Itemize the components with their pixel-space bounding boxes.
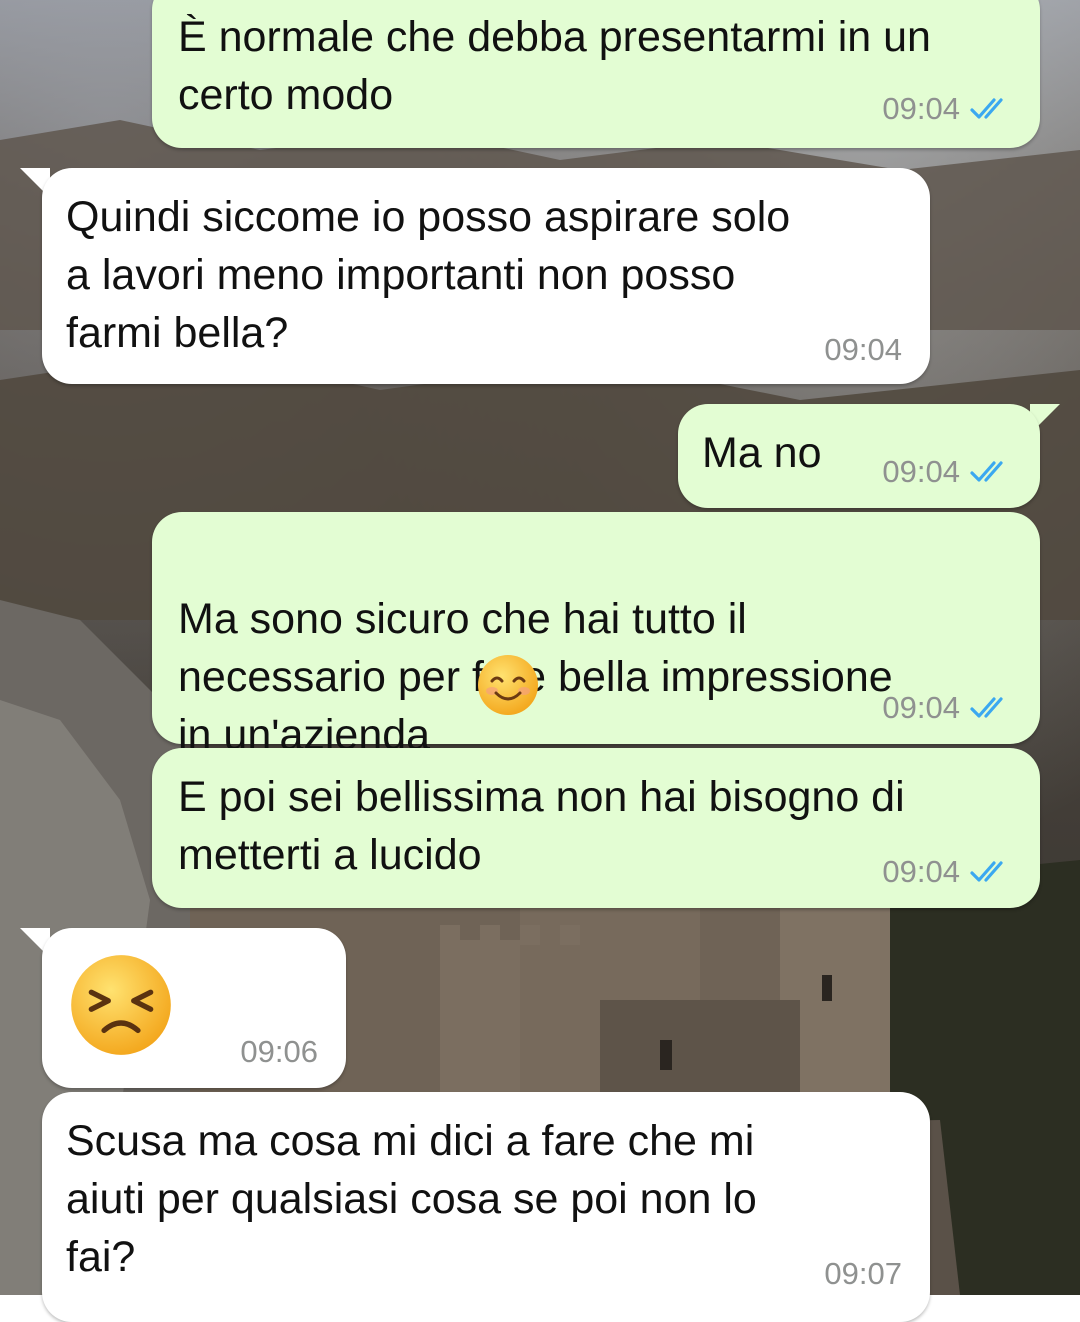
read-receipt-icon	[970, 697, 1003, 718]
message-bubble-outgoing[interactable]: Ma sono sicuro che hai tutto il necessar…	[152, 512, 1040, 759]
message-meta: 09:04	[882, 91, 1014, 127]
message-bubble-incoming[interactable]: Quindi siccome io posso aspirare solo a …	[42, 168, 930, 384]
message-meta: 09:04	[882, 854, 1014, 890]
message-timestamp: 09:04	[882, 91, 960, 126]
message-timestamp: 09:04	[882, 454, 960, 489]
message-text: Ma sono sicuro che hai tutto il necessar…	[178, 532, 1018, 764]
message-meta: 09:04	[824, 332, 902, 368]
message-meta: 09:06	[240, 1034, 318, 1070]
message-meta: 09:07	[824, 1256, 902, 1292]
persevering-face-icon	[71, 955, 171, 1055]
message-bubble-outgoing[interactable]: E poi sei bellissima non hai bisogno di …	[152, 748, 1040, 908]
message-meta: 09:04	[882, 690, 1014, 726]
read-receipt-icon	[970, 861, 1003, 882]
message-bubble-outgoing[interactable]: Ma no 09:04	[678, 404, 1040, 508]
message-bubble-outgoing[interactable]: È normale che debba presentarmi in un ce…	[152, 0, 1040, 148]
read-receipt-icon	[970, 98, 1003, 119]
message-bubble-incoming[interactable]: Scusa ma cosa mi dici a fare che mi aiut…	[42, 1092, 930, 1322]
message-text: Quindi siccome io posso aspirare solo a …	[66, 193, 791, 357]
message-text: Scusa ma cosa mi dici a fare che mi aiut…	[66, 1117, 757, 1281]
read-receipt-icon	[970, 461, 1003, 482]
message-timestamp: 09:04	[882, 854, 960, 889]
message-meta: 09:04	[882, 454, 1014, 490]
message-timestamp: 09:04	[824, 332, 902, 367]
message-timestamp: 09:06	[240, 1034, 318, 1069]
message-timestamp: 09:07	[824, 1256, 902, 1291]
message-timestamp: 09:04	[882, 690, 960, 725]
message-text: Ma no	[702, 429, 822, 477]
message-bubble-incoming[interactable]: 09:06	[42, 928, 346, 1088]
smiling-face-icon	[478, 655, 538, 715]
